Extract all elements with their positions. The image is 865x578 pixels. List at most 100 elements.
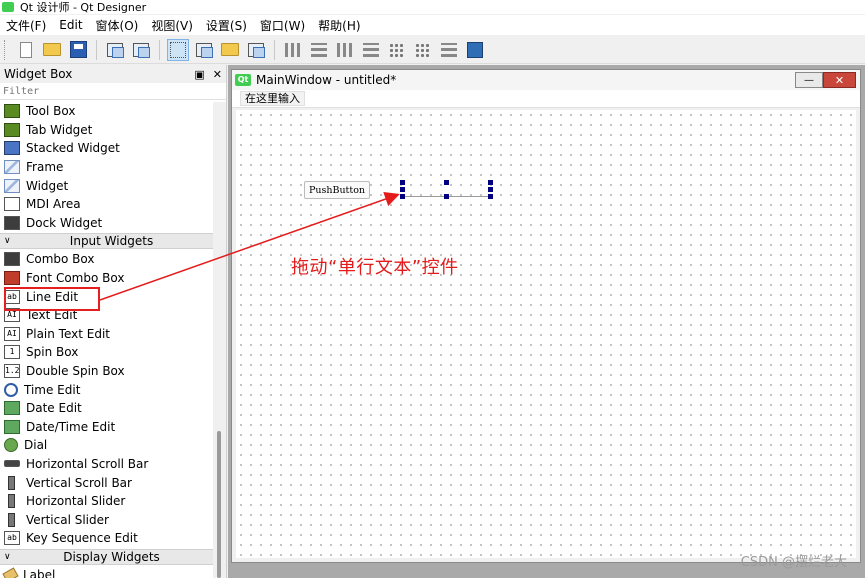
- list-item-label: Frame: [26, 160, 64, 175]
- scrollbar-thumb[interactable]: [217, 431, 221, 578]
- resize-handle[interactable]: [488, 194, 493, 199]
- resize-handle[interactable]: [488, 180, 493, 185]
- form-title-bar[interactable]: Qt MainWindow - untitled* — ✕: [232, 70, 860, 90]
- float-icon[interactable]: ▣: [194, 68, 204, 81]
- list-item-stacked-widget[interactable]: Stacked Widget: [0, 139, 213, 158]
- list-item-combo-box[interactable]: Combo Box: [0, 250, 213, 269]
- save-icon: [69, 41, 87, 58]
- annotation-text: 拖动“单行文本”控件: [291, 257, 459, 278]
- new-file-button[interactable]: [15, 39, 37, 61]
- list-item-datetime-edit[interactable]: Date/Time Edit: [0, 418, 213, 437]
- edit-widgets-button[interactable]: [167, 38, 189, 61]
- frame-icon: [4, 160, 20, 175]
- list-item-tool-box[interactable]: Tool Box: [0, 102, 213, 121]
- layout-form-button[interactable]: [412, 39, 434, 61]
- adjust-size-button[interactable]: [464, 39, 486, 61]
- resize-handle[interactable]: [444, 180, 449, 185]
- list-item-plain-text-edit[interactable]: AI Plain Text Edit: [0, 325, 213, 344]
- list-item-label-widget[interactable]: Label: [0, 566, 213, 578]
- form-canvas[interactable]: PushButton: [236, 110, 856, 558]
- menu-window[interactable]: 窗口(W): [260, 17, 305, 34]
- toolbar-grip[interactable]: [4, 39, 7, 60]
- widget-box-header: Widget Box ▣ ✕: [0, 65, 226, 83]
- vertical-slider-icon: [8, 512, 15, 527]
- dial-icon: [4, 438, 18, 453]
- list-item-label: Widget: [26, 178, 69, 193]
- edit-widgets-icon: [170, 41, 186, 58]
- list-item-label: Spin Box: [26, 345, 79, 360]
- menu-settings[interactable]: 设置(S): [206, 17, 247, 34]
- filter-input[interactable]: [3, 83, 203, 100]
- send-to-back-icon: [107, 42, 124, 58]
- bring-to-front-button[interactable]: [130, 39, 152, 61]
- menu-file[interactable]: 文件(F): [6, 17, 46, 34]
- stacked-widget-icon: [4, 141, 20, 156]
- edit-signals-slots-button[interactable]: [193, 39, 215, 61]
- menu-form[interactable]: 窗体(O): [96, 17, 139, 34]
- close-button[interactable]: ✕: [823, 72, 856, 88]
- list-item-frame[interactable]: Frame: [0, 158, 213, 177]
- layout-vertical-splitter-button[interactable]: [360, 39, 382, 61]
- resize-handle[interactable]: [488, 187, 493, 192]
- send-to-back-button[interactable]: [104, 39, 126, 61]
- resize-handle[interactable]: [400, 187, 405, 192]
- vertical-scroll-bar-icon: [8, 475, 15, 490]
- layout-horizontal-splitter-button[interactable]: [334, 39, 356, 61]
- list-item-label: Date Edit: [26, 401, 82, 416]
- new-file-icon: [20, 41, 32, 58]
- category-input-widgets[interactable]: ∨ Input Widgets: [0, 233, 213, 250]
- layout-form-icon: [415, 42, 431, 57]
- menu-view[interactable]: 视图(V): [151, 17, 193, 34]
- list-item-double-spin-box[interactable]: 1.2 Double Spin Box: [0, 362, 213, 381]
- category-display-widgets[interactable]: ∨ Display Widgets: [0, 548, 213, 565]
- chevron-down-icon: ∨: [4, 551, 11, 562]
- edit-buddies-icon: [221, 43, 239, 56]
- minimize-button[interactable]: —: [795, 72, 823, 88]
- list-item-label: Horizontal Slider: [26, 494, 126, 509]
- clock-icon: [4, 382, 18, 397]
- open-file-button[interactable]: [41, 39, 63, 61]
- adjust-size-icon: [467, 41, 483, 58]
- list-item-key-sequence-edit[interactable]: ab Key Sequence Edit: [0, 529, 213, 548]
- list-item-dial[interactable]: Dial: [0, 436, 213, 455]
- form-menu-bar: 在这里输入: [232, 90, 860, 108]
- layout-horizontal-button[interactable]: [282, 39, 304, 61]
- menu-edit[interactable]: Edit: [59, 18, 82, 32]
- menu-help[interactable]: 帮助(H): [318, 17, 360, 34]
- list-item-font-combo-box[interactable]: Font Combo Box: [0, 269, 213, 288]
- tab-widget-icon: [4, 122, 20, 137]
- close-icon: ✕: [834, 73, 845, 87]
- form-window[interactable]: Qt MainWindow - untitled* — ✕ 在这里输入 Push…: [231, 69, 861, 563]
- form-title: MainWindow - untitled*: [256, 73, 397, 87]
- resize-handle[interactable]: [400, 194, 405, 199]
- list-item-horizontal-scroll-bar[interactable]: Horizontal Scroll Bar: [0, 455, 213, 474]
- list-item-vertical-slider[interactable]: Vertical Slider: [0, 510, 213, 529]
- list-item-time-edit[interactable]: Time Edit: [0, 380, 213, 399]
- push-button-widget[interactable]: PushButton: [304, 181, 370, 199]
- list-item-mdi-area[interactable]: MDI Area: [0, 195, 213, 214]
- edit-tab-order-button[interactable]: [245, 39, 267, 61]
- list-item-vertical-scroll-bar[interactable]: Vertical Scroll Bar: [0, 473, 213, 492]
- list-item-horizontal-slider[interactable]: Horizontal Slider: [0, 492, 213, 511]
- resize-handle[interactable]: [444, 194, 449, 199]
- list-item-date-edit[interactable]: Date Edit: [0, 399, 213, 418]
- font-combo-box-icon: [4, 271, 20, 286]
- menu-placeholder[interactable]: 在这里输入: [240, 91, 305, 106]
- toolbar: [0, 36, 865, 64]
- break-layout-button[interactable]: [438, 39, 460, 61]
- resize-handle[interactable]: [400, 180, 405, 185]
- widget-icon: [4, 178, 20, 193]
- layout-grid-button[interactable]: [386, 39, 408, 61]
- widget-list-scrollbar[interactable]: [213, 102, 226, 578]
- break-layout-icon: [441, 42, 457, 57]
- list-item-spin-box[interactable]: 1 Spin Box: [0, 343, 213, 362]
- list-item-tab-widget[interactable]: Tab Widget: [0, 121, 213, 140]
- list-item-dock-widget[interactable]: Dock Widget: [0, 214, 213, 233]
- save-button[interactable]: [67, 39, 89, 61]
- layout-vertical-button[interactable]: [308, 39, 330, 61]
- menu-bar: 文件(F) Edit 窗体(O) 视图(V) 设置(S) 窗口(W) 帮助(H): [0, 15, 865, 35]
- list-item-widget[interactable]: Widget: [0, 176, 213, 195]
- edit-buddies-button[interactable]: [219, 39, 241, 61]
- line-edit-widget[interactable]: [400, 180, 493, 199]
- close-icon[interactable]: ✕: [213, 68, 222, 81]
